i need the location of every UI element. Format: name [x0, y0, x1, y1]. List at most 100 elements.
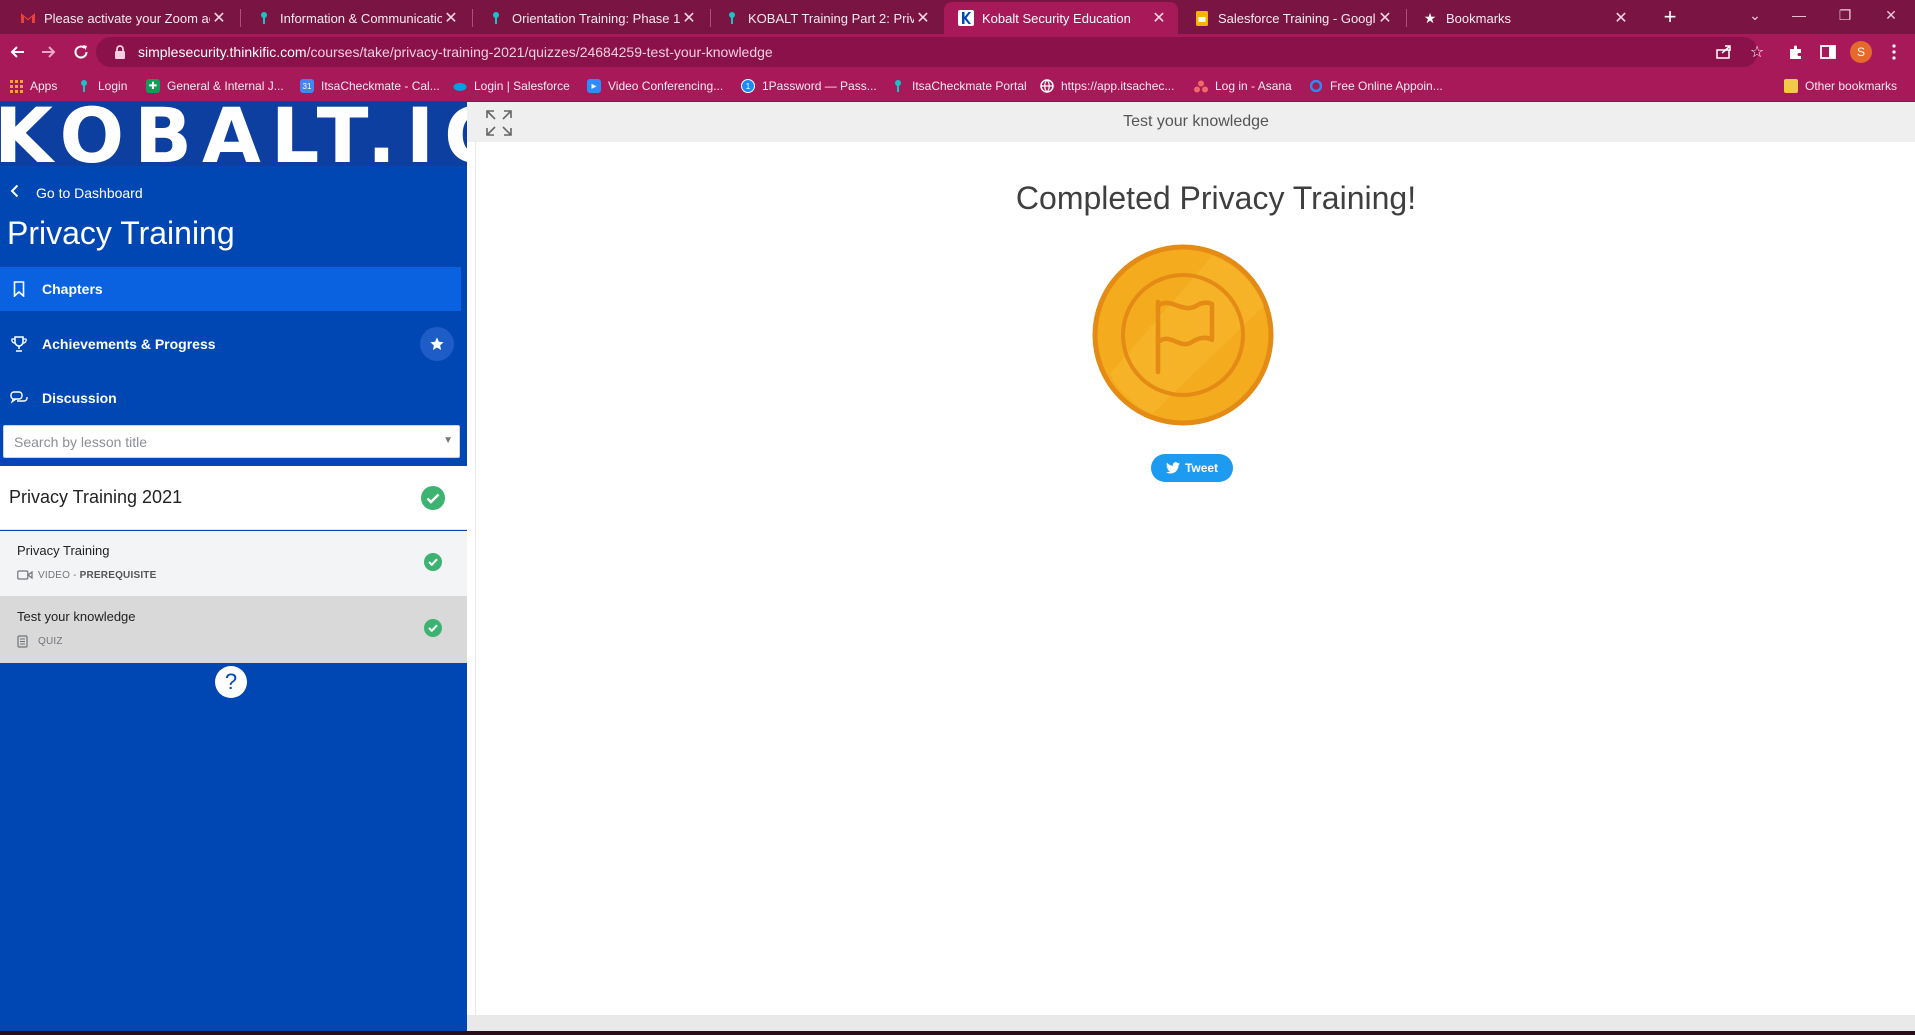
- close-icon[interactable]: ✕: [680, 8, 698, 28]
- close-icon[interactable]: ✕: [914, 8, 932, 28]
- lesson-search-input[interactable]: [14, 433, 434, 450]
- close-icon[interactable]: ✕: [1612, 8, 1630, 28]
- onepassword-icon: 1: [741, 79, 755, 93]
- close-icon[interactable]: ✕: [1150, 8, 1168, 28]
- sheets-icon: ✚: [146, 79, 160, 93]
- tab-search-icon[interactable]: ⌄: [1732, 0, 1778, 34]
- browser-tab[interactable]: Orientation Training: Phase 1 ✕: [474, 2, 708, 34]
- bookmark-apps[interactable]: Apps: [9, 77, 57, 95]
- nav-discussion[interactable]: Discussion: [0, 372, 461, 424]
- reload-icon[interactable]: [68, 39, 94, 65]
- forward-arrow-icon[interactable]: [36, 39, 62, 65]
- new-tab-button[interactable]: +: [1656, 2, 1684, 32]
- browser-tab[interactable]: Salesforce Training - Google Slic ✕: [1180, 2, 1404, 34]
- nav-label: Discussion: [42, 390, 117, 406]
- lesson-panel: Test your knowledge Completed Privacy Tr…: [467, 102, 1915, 1035]
- lesson-title: Test your knowledge: [17, 609, 136, 624]
- bookmark-general-internal[interactable]: ✚ General & Internal J...: [146, 77, 284, 95]
- bookmark-label: Login | Salesforce: [474, 79, 570, 93]
- calendar-icon: 31: [300, 79, 314, 93]
- other-bookmarks[interactable]: Other bookmarks: [1784, 77, 1897, 95]
- bookmark-app-itsacheckmate[interactable]: https://app.itsachec...: [1040, 77, 1174, 95]
- bookmark-label: https://app.itsachec...: [1061, 79, 1175, 93]
- thinkific-icon: [488, 10, 504, 26]
- taskbar-edge: [0, 1031, 1915, 1035]
- bookmark-login[interactable]: Login: [77, 77, 127, 95]
- zoom-icon: ▸: [587, 79, 601, 93]
- chevron-left-icon: [10, 184, 24, 201]
- close-window-button[interactable]: ✕: [1868, 0, 1914, 34]
- lesson-title: Privacy Training: [17, 543, 110, 558]
- lesson-type: QUIZ: [38, 635, 63, 647]
- thinkific-icon: [724, 10, 740, 26]
- back-arrow-icon[interactable]: [4, 39, 30, 65]
- bookmark-label: ItsaCheckmate - Cal...: [321, 79, 440, 93]
- browser-tab-strip: Please activate your Zoom acco ✕ Informa…: [0, 0, 1915, 34]
- bookmark-1password[interactable]: 1 1Password — Pass...: [741, 77, 877, 95]
- lesson-type: VIDEO: [38, 569, 71, 581]
- profile-avatar[interactable]: S: [1850, 41, 1872, 63]
- gmail-icon: [20, 10, 36, 26]
- chapter-header[interactable]: Privacy Training 2021: [0, 466, 467, 530]
- salesforce-icon: [453, 79, 467, 93]
- chat-icon: [10, 389, 28, 407]
- bookmark-label: Log in - Asana: [1215, 79, 1292, 93]
- back-label: Go to Dashboard: [36, 184, 143, 201]
- minimize-button[interactable]: —: [1776, 0, 1822, 34]
- browser-tab[interactable]: KOBALT Training Part 2: Privacy T ✕: [710, 2, 942, 34]
- browser-tab-active[interactable]: Kobalt Security Education ✕: [944, 2, 1178, 34]
- google-slides-icon: [1194, 10, 1210, 26]
- browser-tab[interactable]: Please activate your Zoom acco ✕: [6, 2, 238, 34]
- course-title: Privacy Training: [7, 215, 235, 251]
- close-icon[interactable]: ✕: [442, 8, 460, 28]
- nav-achievements[interactable]: Achievements & Progress: [0, 318, 461, 370]
- restore-button[interactable]: ❐: [1822, 0, 1868, 34]
- asana-icon: [1194, 79, 1208, 93]
- lesson-topbar: Test your knowledge: [467, 102, 1915, 142]
- share-icon[interactable]: [1714, 42, 1734, 62]
- dropdown-caret-icon[interactable]: ▼: [443, 435, 453, 446]
- menu-dots-icon[interactable]: [1884, 42, 1904, 62]
- nav-chapters[interactable]: Chapters: [0, 267, 461, 311]
- calendly-icon: [1309, 79, 1323, 93]
- logo[interactable]: KOBALT.IO: [0, 102, 467, 166]
- bookmark-label: Video Conferencing...: [608, 79, 724, 93]
- tab-title: Information & Communicationa: [280, 10, 442, 26]
- lesson-item[interactable]: Privacy Training VIDEO - PREREQUISITE: [0, 531, 467, 597]
- check-circle-icon: [424, 619, 442, 637]
- twitter-bird-icon: [1165, 462, 1180, 474]
- apps-grid-icon: [9, 79, 23, 93]
- browser-toolbar: simplesecurity.thinkific.com/courses/tak…: [0, 34, 1915, 70]
- bookmark-icon: [10, 280, 28, 298]
- close-icon[interactable]: ✕: [1376, 8, 1394, 28]
- lesson-search[interactable]: ▼: [3, 425, 460, 458]
- help-button[interactable]: ?: [215, 666, 247, 698]
- close-icon[interactable]: ✕: [210, 8, 228, 28]
- bookmark-itsacheckmate-portal[interactable]: ItsaCheckmate Portal: [891, 77, 1027, 95]
- go-to-dashboard-link[interactable]: Go to Dashboard: [10, 184, 143, 201]
- side-panel-icon[interactable]: [1818, 42, 1838, 62]
- thinkific-icon: [891, 79, 905, 93]
- quiz-result: Completed Privacy Training! Tweet: [475, 142, 1915, 1015]
- address-bar[interactable]: simplesecurity.thinkific.com/courses/tak…: [96, 37, 1758, 67]
- extensions-icon[interactable]: [1786, 42, 1806, 62]
- bookmark-asana[interactable]: Log in - Asana: [1194, 77, 1292, 95]
- quiz-icon: [17, 634, 33, 648]
- tab-title: Orientation Training: Phase 1: [512, 10, 680, 26]
- bookmark-label: 1Password — Pass...: [762, 79, 877, 93]
- bookmark-salesforce[interactable]: Login | Salesforce: [453, 77, 570, 95]
- browser-tab[interactable]: Information & Communicationa ✕: [242, 2, 470, 34]
- browser-tab[interactable]: ★ Bookmarks ✕: [1408, 2, 1640, 34]
- bookmark-itsacheckmate-cal[interactable]: 31 ItsaCheckmate - Cal...: [300, 77, 440, 95]
- lesson-meta: QUIZ: [17, 634, 63, 648]
- tab-title: Kobalt Security Education: [982, 10, 1131, 26]
- tab-title: Salesforce Training - Google Slic: [1218, 10, 1376, 26]
- check-circle-icon: [421, 486, 445, 510]
- bookmark-calendly[interactable]: Free Online Appoin...: [1309, 77, 1443, 95]
- tweet-button[interactable]: Tweet: [1151, 454, 1233, 482]
- lesson-meta: VIDEO - PREREQUISITE: [17, 569, 156, 581]
- bookmark-zoom[interactable]: ▸ Video Conferencing...: [587, 77, 723, 95]
- lesson-item-active[interactable]: Test your knowledge QUIZ: [0, 597, 467, 663]
- bookmark-star-icon[interactable]: ☆: [1747, 42, 1767, 62]
- lock-icon: [114, 45, 126, 59]
